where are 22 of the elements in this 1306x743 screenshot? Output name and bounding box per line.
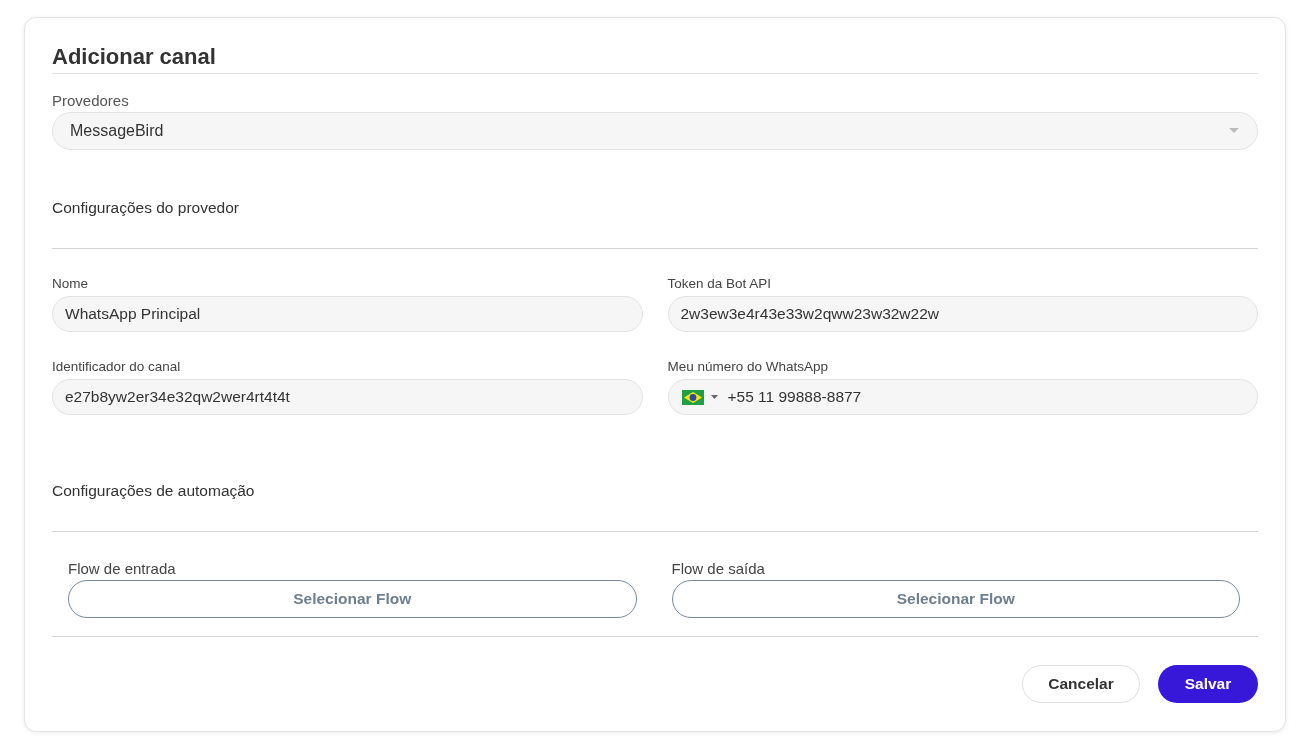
flow-label: Flow de entrada: [68, 560, 177, 578]
phone-field[interactable]: +55 11 99888-8877: [667, 379, 1258, 415]
select-flow-button[interactable]: Selecionar Flow: [68, 580, 637, 618]
provider-select[interactable]: MessageBird: [52, 112, 1258, 150]
field-label: Nome: [52, 275, 89, 293]
select-flow-button[interactable]: Selecionar Flow: [671, 580, 1240, 618]
cancel-button[interactable]: Cancelar: [1022, 665, 1140, 703]
caret-icon[interactable]: [710, 395, 718, 400]
field-label: Token da Bot API: [667, 275, 773, 293]
dropdown-caret-icon: [1229, 128, 1239, 134]
field-label: Identificador do canal: [52, 358, 182, 376]
save-button[interactable]: Salvar: [1158, 665, 1258, 703]
field-label: Provedores: [52, 92, 129, 109]
field-label: Meu número do WhatsApp: [667, 358, 830, 376]
flow-label: Flow de saída: [671, 560, 766, 578]
section-heading: Configurações do provedor: [52, 199, 239, 216]
flag-icon[interactable]: [681, 390, 704, 405]
section-heading: Configurações de automação: [52, 482, 255, 499]
input-field[interactable]: WhatsApp Principal: [52, 296, 643, 332]
dialog-title: Adicionar canal: [52, 43, 216, 71]
input-field[interactable]: e27b8yw2er34e32qw2wer4rt4t4t: [52, 379, 643, 415]
input-field[interactable]: 2w3ew3e4r43e33w2qww23w32w22w: [667, 296, 1258, 332]
